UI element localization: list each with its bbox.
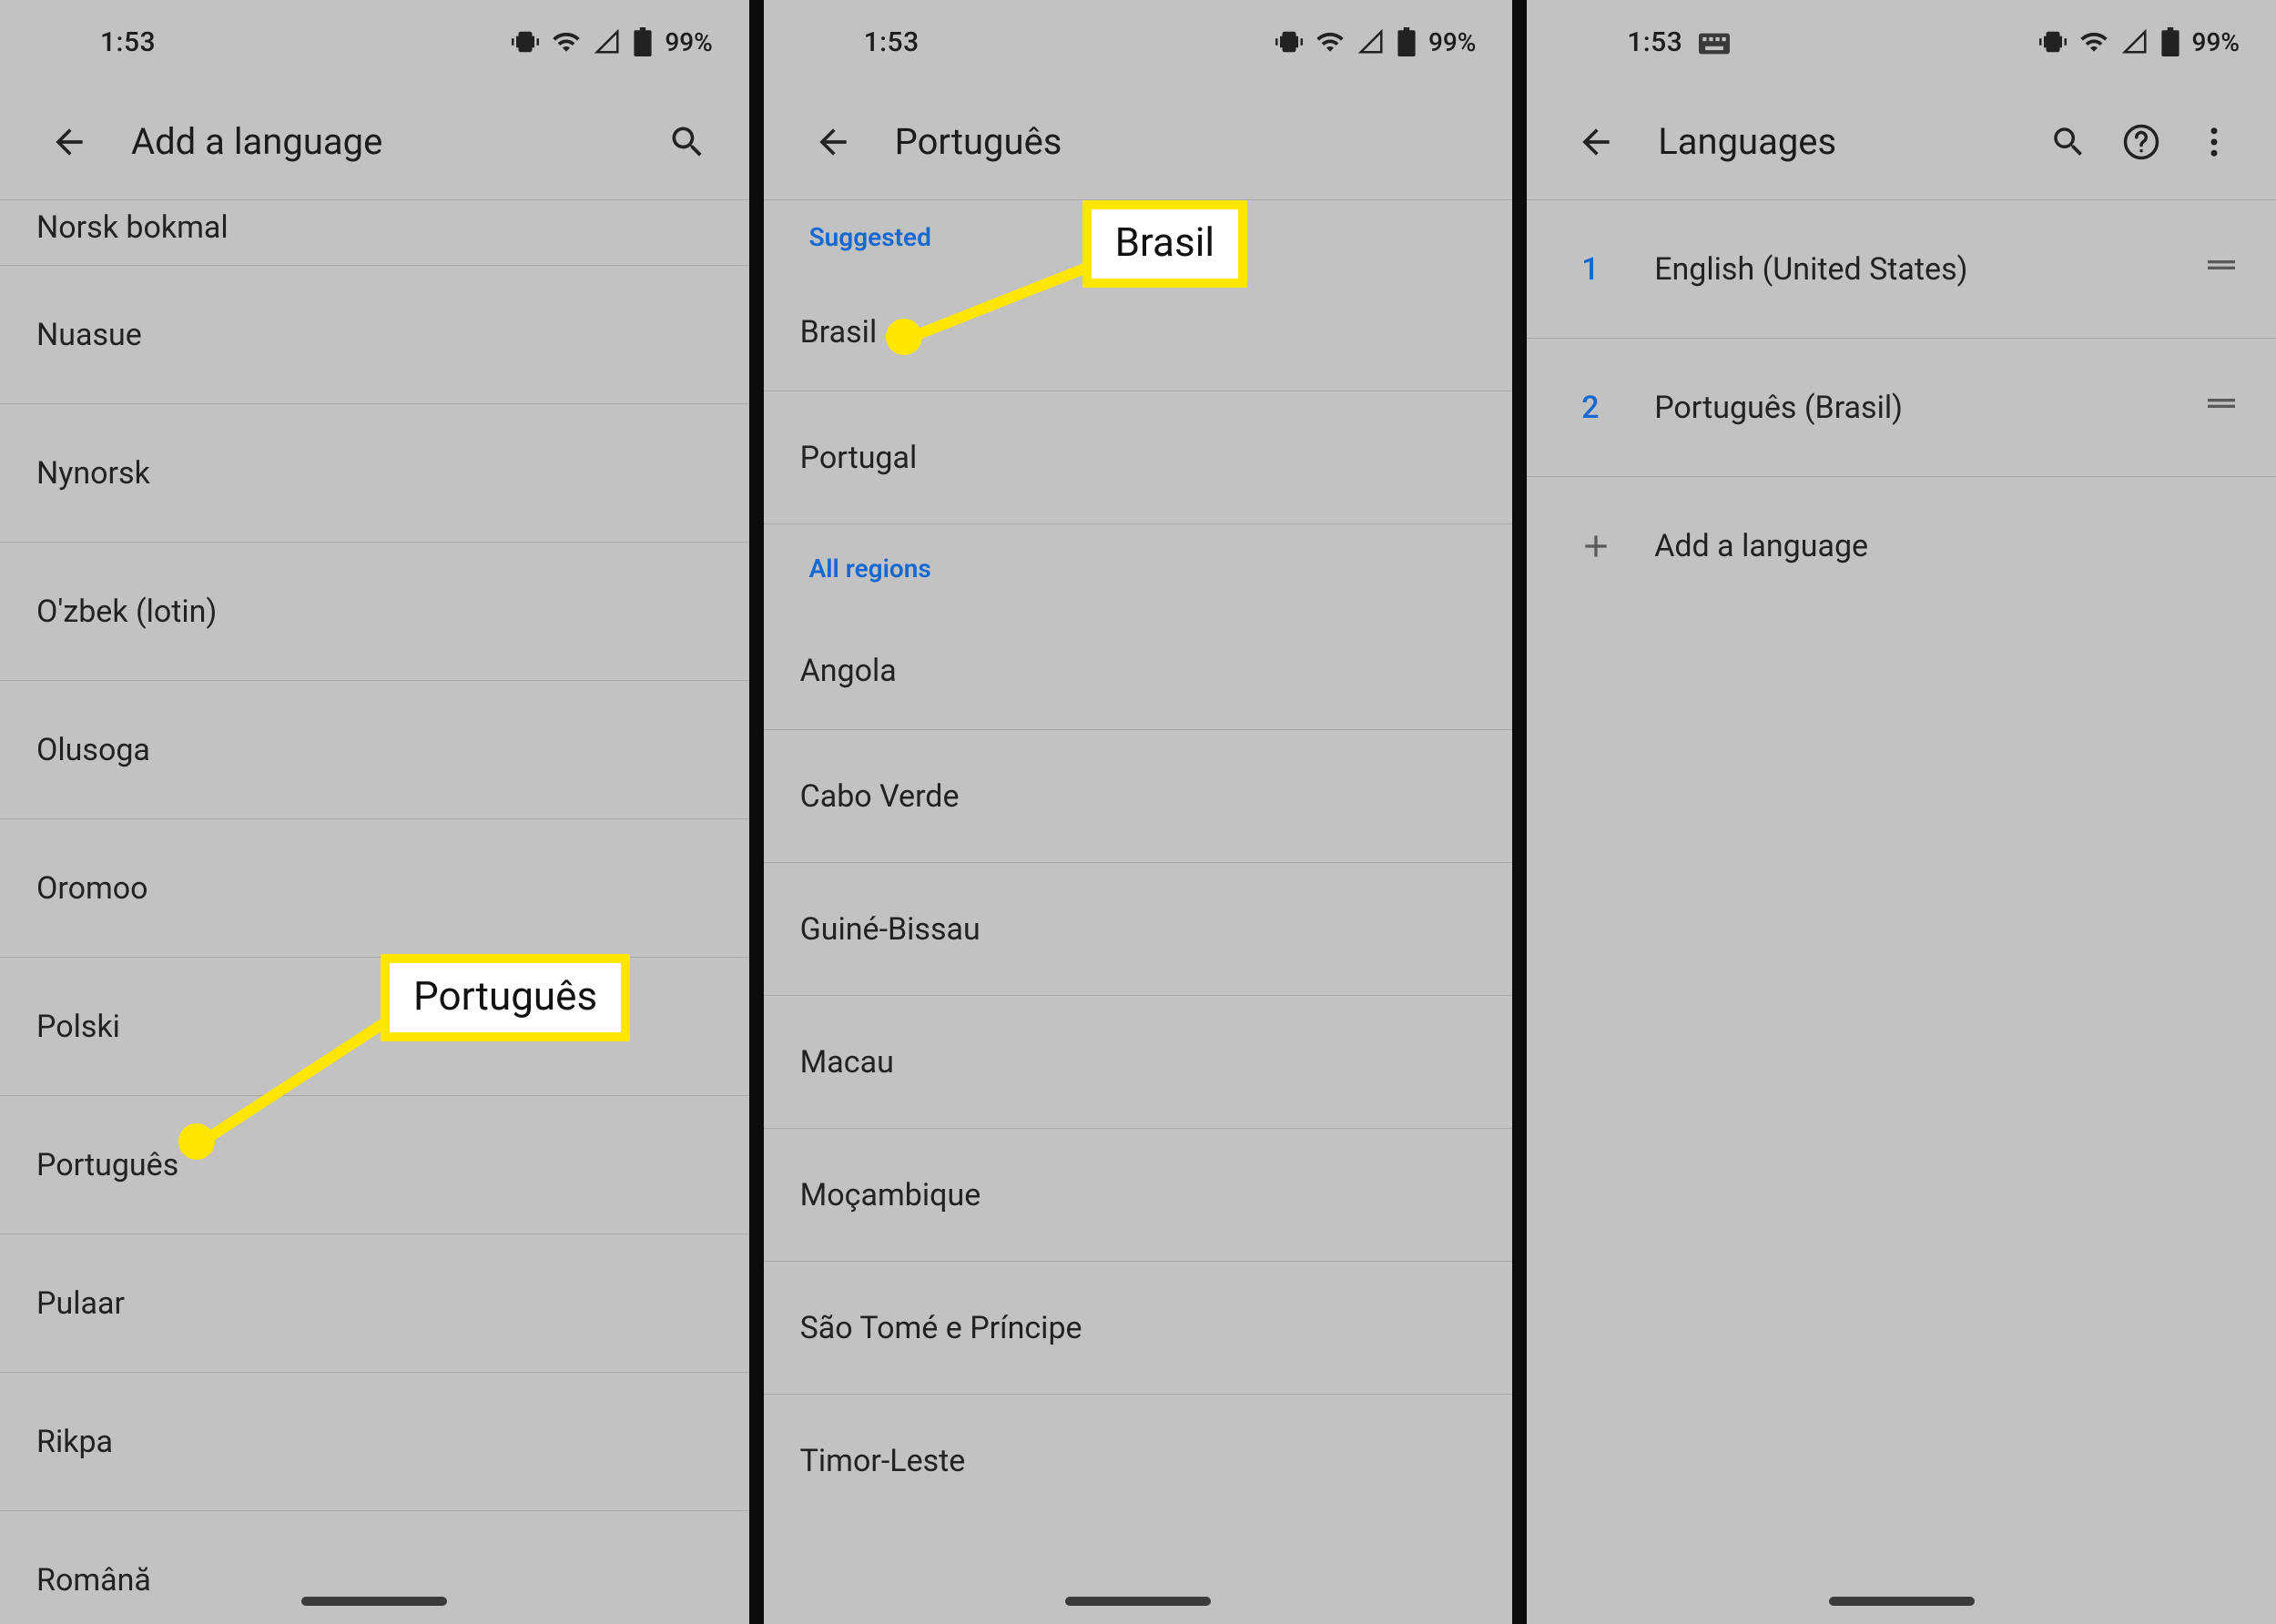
nav-pill[interactable]: [1829, 1597, 1975, 1606]
callout-dot: [886, 319, 922, 355]
language-row[interactable]: Nynorsk: [0, 404, 749, 543]
language-row[interactable]: O'zbek (lotin): [0, 543, 749, 681]
region-row[interactable]: Guiné-Bissau: [764, 863, 1513, 996]
plus-icon: [1578, 528, 1654, 564]
page-title: Add a language: [131, 120, 651, 163]
language-row[interactable]: Pulaar: [0, 1234, 749, 1373]
screen-add-language: 1:53 99% Add a language Norsk bokmal Nua…: [0, 0, 749, 1624]
callout-brasil: Brasil: [1082, 200, 1248, 288]
region-row[interactable]: Moçambique: [764, 1129, 1513, 1262]
region-row[interactable]: São Tomé e Príncipe: [764, 1262, 1513, 1395]
callout-connector: [191, 1012, 401, 1149]
language-row[interactable]: Norsk bokmal: [0, 200, 749, 266]
battery-icon: [634, 27, 652, 56]
signal-icon: [2121, 28, 2149, 56]
search-icon: [2049, 123, 2088, 161]
drag-handle[interactable]: [2203, 247, 2240, 291]
back-button[interactable]: [1560, 106, 1632, 178]
clock: 1:53: [864, 26, 920, 58]
region-row[interactable]: Portugal: [764, 391, 1513, 524]
search-icon: [667, 122, 707, 162]
vibrate-icon: [2039, 28, 2067, 56]
arrow-back-icon: [49, 122, 89, 162]
signal-icon: [594, 28, 621, 56]
language-index: 2: [1581, 390, 1654, 426]
region-row[interactable]: Timor-Leste: [764, 1395, 1513, 1528]
screen-languages: 1:53 99% Languages: [1527, 0, 2276, 1624]
nav-pill[interactable]: [1065, 1597, 1211, 1606]
region-row[interactable]: Cabo Verde: [764, 730, 1513, 863]
vibrate-icon: [1275, 28, 1303, 56]
clock: 1:53: [1627, 26, 1730, 58]
back-button[interactable]: [33, 106, 106, 178]
status-bar: 1:53 99%: [0, 0, 749, 84]
language-label: English (United States): [1654, 251, 2203, 288]
status-bar: 1:53 99%: [1527, 0, 2276, 84]
more-vert-icon: [2195, 123, 2233, 161]
screen-select-region: 1:53 99% Português Suggested Brasil Port…: [764, 0, 1513, 1624]
drag-handle-icon: [2203, 247, 2240, 283]
signal-icon: [1357, 28, 1385, 56]
drag-handle[interactable]: [2203, 385, 2240, 430]
help-button[interactable]: [2105, 106, 2178, 178]
clock: 1:53: [100, 26, 156, 58]
page-title: Português: [895, 120, 1488, 163]
battery-pct: 99%: [665, 27, 712, 57]
battery-pct: 99%: [2192, 27, 2240, 57]
region-row[interactable]: Angola: [764, 612, 1513, 730]
region-row[interactable]: Macau: [764, 996, 1513, 1129]
arrow-back-icon: [813, 122, 853, 162]
wifi-icon: [552, 27, 581, 56]
status-bar: 1:53 99%: [764, 0, 1513, 84]
region-row[interactable]: Brasil: [764, 273, 1513, 391]
callout-connector: [900, 264, 1101, 346]
battery-pct: 99%: [1428, 27, 1476, 57]
overflow-button[interactable]: [2178, 106, 2251, 178]
vibrate-icon: [512, 28, 539, 56]
callout-portugues: Português: [381, 954, 630, 1041]
language-row[interactable]: Română: [0, 1511, 749, 1624]
battery-icon: [2161, 27, 2179, 56]
language-index: 1: [1581, 251, 1654, 288]
back-button[interactable]: [797, 106, 869, 178]
wifi-icon: [2079, 27, 2108, 56]
app-bar: Add a language: [0, 84, 749, 200]
callout-dot: [178, 1123, 215, 1160]
search-button[interactable]: [2032, 106, 2105, 178]
drag-handle-icon: [2203, 385, 2240, 421]
language-row[interactable]: Rikpa: [0, 1373, 749, 1511]
add-language-label: Add a language: [1654, 528, 1868, 564]
language-row[interactable]: Oromoo: [0, 819, 749, 958]
add-language-row[interactable]: Add a language: [1527, 477, 2276, 615]
language-entry[interactable]: 2 Português (Brasil): [1527, 339, 2276, 477]
language-label: Português (Brasil): [1654, 390, 2203, 426]
arrow-back-icon: [1576, 122, 1616, 162]
keyboard-icon: [1699, 33, 1730, 55]
battery-icon: [1397, 27, 1416, 56]
app-bar: Languages: [1527, 84, 2276, 200]
language-row[interactable]: Olusoga: [0, 681, 749, 819]
nav-pill[interactable]: [301, 1597, 447, 1606]
help-icon: [2122, 123, 2160, 161]
language-row[interactable]: Nuasue: [0, 266, 749, 404]
app-bar: Português: [764, 84, 1513, 200]
language-entry[interactable]: 1 English (United States): [1527, 200, 2276, 339]
search-button[interactable]: [651, 106, 724, 178]
section-all-regions: All regions: [764, 524, 1513, 612]
page-title: Languages: [1658, 120, 2032, 163]
wifi-icon: [1316, 27, 1345, 56]
